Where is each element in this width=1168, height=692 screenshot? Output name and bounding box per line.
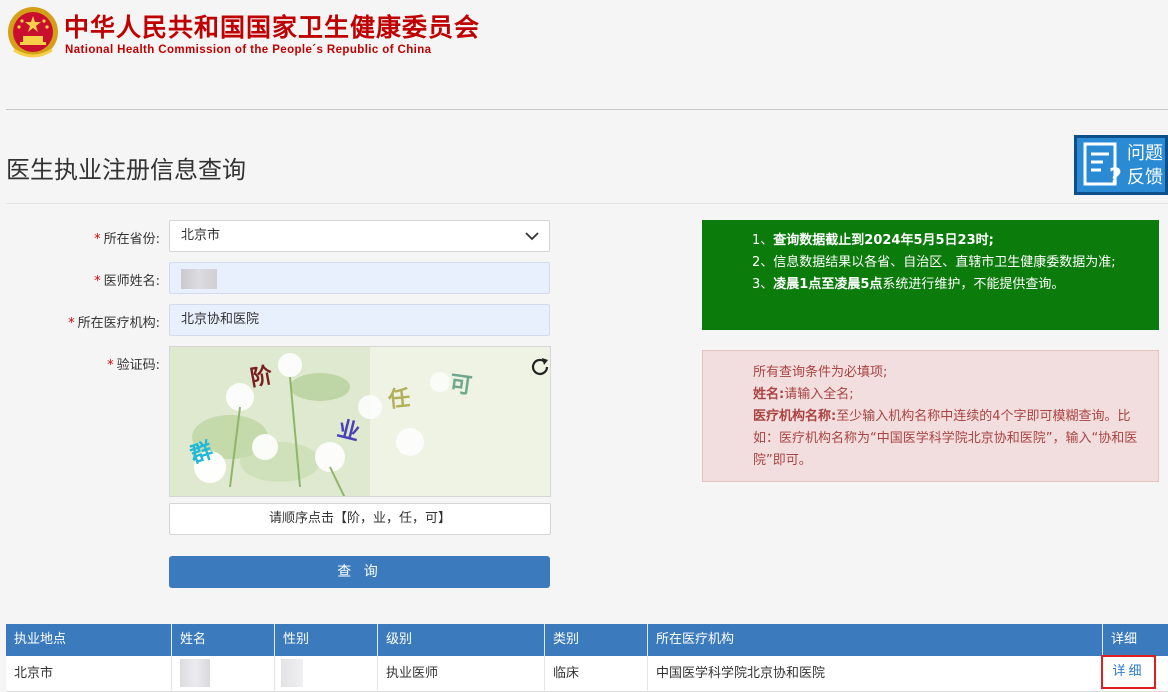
redacted-name xyxy=(180,659,210,687)
title-divider xyxy=(6,203,1168,204)
page-title: 医生执业注册信息查询 xyxy=(6,156,246,184)
name-label: * 医师姓名: xyxy=(94,274,160,289)
captcha-char: 任 xyxy=(387,385,412,414)
captcha-hint[interactable]: 请顺序点击【阶，业，任，可】 xyxy=(169,503,551,535)
site-title-cn: 中华人民共和国国家卫生健康委员会 xyxy=(64,13,481,42)
column-header: 姓名 xyxy=(172,624,275,656)
site-title-en: National Health Commission of the People… xyxy=(65,44,432,56)
doctor-name-input[interactable] xyxy=(169,262,550,294)
notice-line-3: 3、凌晨1点至凌晨5点系统进行维护，不能提供查询。 xyxy=(752,277,1065,292)
institution-value: 北京协和医院 xyxy=(181,312,260,327)
province-select[interactable]: 北京市 xyxy=(169,220,550,252)
column-header: 详细 xyxy=(1111,632,1138,647)
refresh-icon[interactable] xyxy=(529,356,551,378)
site-header: 中华人民共和国国家卫生健康委员会 National Health Commiss… xyxy=(0,0,1168,110)
institution-label: * 所在医疗机构: xyxy=(68,316,160,331)
chevron-down-icon xyxy=(525,232,539,241)
notice-required: 所有查询条件为必填项; xyxy=(753,365,888,380)
column-header: 类别 xyxy=(545,624,648,656)
cell-gender xyxy=(275,656,378,692)
province-label: * 所在省份: xyxy=(94,232,160,247)
header-divider xyxy=(6,109,1168,110)
redacted-name xyxy=(181,269,217,289)
notice-line-2: 2、信息数据结果以各省、自治区、直辖市卫生健康委数据为准; xyxy=(752,255,1116,270)
notice-name-rule: 姓名:请输入全名; xyxy=(753,387,854,402)
svg-text:?: ? xyxy=(1109,165,1122,190)
national-emblem-icon xyxy=(8,7,58,58)
feedback-button[interactable]: ? 问题 反馈 xyxy=(1074,135,1168,195)
captcha-label: * 验证码: xyxy=(107,358,160,373)
table-row: 北京市 执业医师 临床 中国医学科学院北京协和医院 xyxy=(6,656,1168,692)
notice-org-rule: 医疗机构名称:至少输入机构名称中连续的4个字即可模糊查询。比如：医疗机构名称为“… xyxy=(753,409,1138,468)
captcha-char: 可 xyxy=(448,371,474,400)
captcha-image[interactable]: 阶 可 任 业 群 xyxy=(169,346,551,497)
feedback-icon: ? xyxy=(1083,142,1122,190)
feedback-label-line2: 反馈 xyxy=(1127,167,1163,188)
redacted-gender xyxy=(281,659,303,687)
notice-line-1: 1、查询数据截止到2024年5月5日23时; xyxy=(752,233,994,248)
column-header: 所在医疗机构 xyxy=(648,624,1103,656)
institution-input[interactable]: 北京协和医院 xyxy=(169,304,550,336)
cell-category: 临床 xyxy=(545,656,648,692)
cell-institution: 中国医学科学院北京协和医院 xyxy=(648,656,1103,692)
table-header: 执业地点 姓名 性别 级别 类别 所在医疗机构 详细 xyxy=(6,624,1168,656)
feedback-label-line1: 问题 xyxy=(1127,143,1163,164)
query-button[interactable]: 查 询 xyxy=(169,556,550,588)
cell-name xyxy=(172,656,275,692)
column-header: 级别 xyxy=(378,624,545,656)
cell-location: 北京市 xyxy=(6,656,172,692)
column-header: 性别 xyxy=(275,624,378,656)
cell-level: 执业医师 xyxy=(378,656,545,692)
column-header: 执业地点 xyxy=(6,624,172,656)
detail-link[interactable]: 详细 xyxy=(1101,655,1156,689)
province-value: 北京市 xyxy=(181,228,221,243)
notice-green: 1、查询数据截止到2024年5月5日23时; 2、信息数据结果以各省、自治区、直… xyxy=(702,220,1159,330)
notice-pink: 所有查询条件为必填项; 姓名:请输入全名; 医疗机构名称:至少输入机构名称中连续… xyxy=(702,350,1159,482)
